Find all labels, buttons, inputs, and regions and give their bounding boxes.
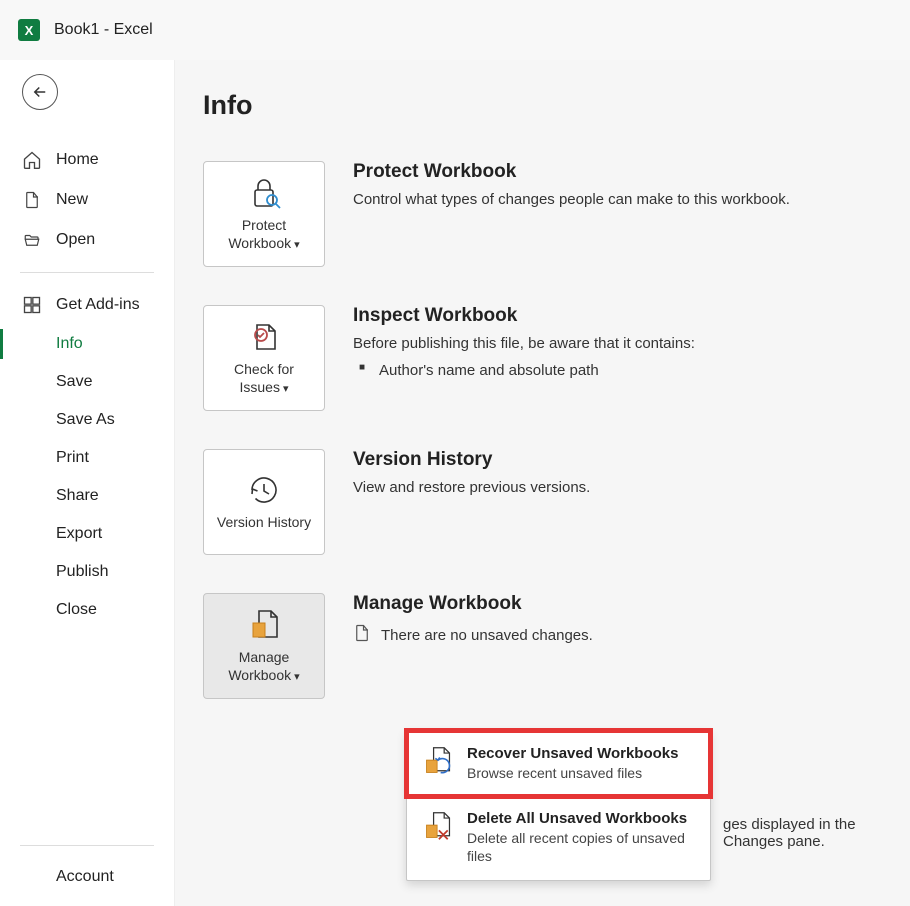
sidebar-divider xyxy=(20,845,154,846)
chevron-down-icon: ▾ xyxy=(294,671,300,683)
sidebar-divider xyxy=(20,272,154,273)
sidebar-item-addins[interactable]: Get Add-ins xyxy=(0,285,174,325)
inspect-body: Inspect Workbook Before publishing this … xyxy=(353,305,695,379)
sidebar-label: New xyxy=(56,191,88,209)
menuitem-title: Delete All Unsaved Workbooks xyxy=(467,810,694,827)
new-file-icon xyxy=(22,190,42,210)
manage-workbook-tile[interactable]: Manage Workbook▾ xyxy=(203,593,325,699)
chevron-down-icon: ▾ xyxy=(283,383,289,395)
delete-file-icon xyxy=(423,810,453,842)
protect-body: Protect Workbook Control what types of c… xyxy=(353,161,790,212)
window-title: Book1 - Excel xyxy=(54,21,153,39)
sidebar-label: Save As xyxy=(56,411,115,429)
version-section: Version History Version History View and… xyxy=(203,449,890,555)
check-file-icon xyxy=(247,320,281,354)
sidebar-label: Save xyxy=(56,373,92,391)
file-sidebar: Home New Open Get Add-ins Info Save Save… xyxy=(0,60,175,906)
protect-workbook-tile[interactable]: Protect Workbook▾ xyxy=(203,161,325,267)
section-desc: Before publishing this file, be aware th… xyxy=(353,333,695,356)
sidebar-item-close[interactable]: Close xyxy=(0,591,174,629)
sidebar-item-publish[interactable]: Publish xyxy=(0,553,174,591)
sidebar-label: Print xyxy=(56,449,89,467)
sidebar-item-new[interactable]: New xyxy=(0,180,174,220)
sidebar-label: Export xyxy=(56,525,102,543)
show-changes-text: ges displayed in the Changes pane. xyxy=(723,816,910,850)
tile-label: Manage Workbook xyxy=(228,649,291,683)
no-changes-text: There are no unsaved changes. xyxy=(381,627,593,644)
sidebar-item-print[interactable]: Print xyxy=(0,439,174,477)
section-heading: Manage Workbook xyxy=(353,593,593,615)
tile-label: Version History xyxy=(217,514,311,530)
excel-app-icon: X xyxy=(18,19,40,41)
menuitem-subtitle: Browse recent unsaved files xyxy=(467,764,678,782)
sidebar-label: Close xyxy=(56,601,97,619)
tile-label: Protect Workbook xyxy=(228,217,291,251)
sidebar-item-export[interactable]: Export xyxy=(0,515,174,553)
info-main: Info Protect Workbook▾ Protect Workbook … xyxy=(175,60,910,906)
back-button[interactable] xyxy=(22,74,58,110)
menuitem-subtitle: Delete all recent copies of unsaved file… xyxy=(467,829,694,865)
chevron-down-icon: ▾ xyxy=(294,239,300,251)
history-clock-icon xyxy=(248,473,280,507)
page-title: Info xyxy=(203,90,890,121)
sidebar-label: Open xyxy=(56,231,95,249)
sidebar-item-home[interactable]: Home xyxy=(0,140,174,180)
check-issues-tile[interactable]: Check for Issues▾ xyxy=(203,305,325,411)
sidebar-label: Account xyxy=(56,868,114,886)
workbook-file-icon xyxy=(247,608,281,642)
sidebar-label: Info xyxy=(56,335,83,353)
version-history-tile[interactable]: Version History xyxy=(203,449,325,555)
sidebar-label: Home xyxy=(56,151,99,169)
sidebar-item-account[interactable]: Account xyxy=(0,858,174,896)
section-desc: Control what types of changes people can… xyxy=(353,189,790,212)
sidebar-item-share[interactable]: Share xyxy=(0,477,174,515)
manage-body: Manage Workbook There are no unsaved cha… xyxy=(353,593,593,647)
protect-section: Protect Workbook▾ Protect Workbook Contr… xyxy=(203,161,890,267)
sidebar-item-saveas[interactable]: Save As xyxy=(0,401,174,439)
sidebar-item-open[interactable]: Open xyxy=(0,220,174,260)
manage-workbook-dropdown: Recover Unsaved Workbooks Browse recent … xyxy=(406,730,711,881)
delete-unsaved-menuitem[interactable]: Delete All Unsaved Workbooks Delete all … xyxy=(407,796,710,879)
addins-icon xyxy=(22,295,42,315)
sidebar-label: Get Add-ins xyxy=(56,296,140,314)
recover-unsaved-menuitem[interactable]: Recover Unsaved Workbooks Browse recent … xyxy=(407,731,710,796)
sidebar-item-save[interactable]: Save xyxy=(0,363,174,401)
manage-section: Manage Workbook▾ Manage Workbook There a… xyxy=(203,593,890,699)
section-heading: Version History xyxy=(353,449,590,471)
menuitem-title: Recover Unsaved Workbooks xyxy=(467,745,678,762)
section-desc: View and restore previous versions. xyxy=(353,477,590,500)
lock-icon xyxy=(246,176,282,210)
version-body: Version History View and restore previou… xyxy=(353,449,590,500)
sidebar-label: Publish xyxy=(56,563,108,581)
sidebar-label: Share xyxy=(56,487,99,505)
home-icon xyxy=(22,150,42,170)
inspect-bullet: Author's name and absolute path xyxy=(353,362,695,379)
open-folder-icon xyxy=(22,230,42,250)
section-heading: Protect Workbook xyxy=(353,161,790,183)
back-arrow-icon xyxy=(31,83,49,101)
file-icon xyxy=(353,623,371,647)
inspect-section: Check for Issues▾ Inspect Workbook Befor… xyxy=(203,305,890,411)
recover-file-icon xyxy=(423,745,453,777)
section-heading: Inspect Workbook xyxy=(353,305,695,327)
sidebar-item-info[interactable]: Info xyxy=(0,325,174,363)
titlebar: X Book1 - Excel xyxy=(0,0,910,60)
